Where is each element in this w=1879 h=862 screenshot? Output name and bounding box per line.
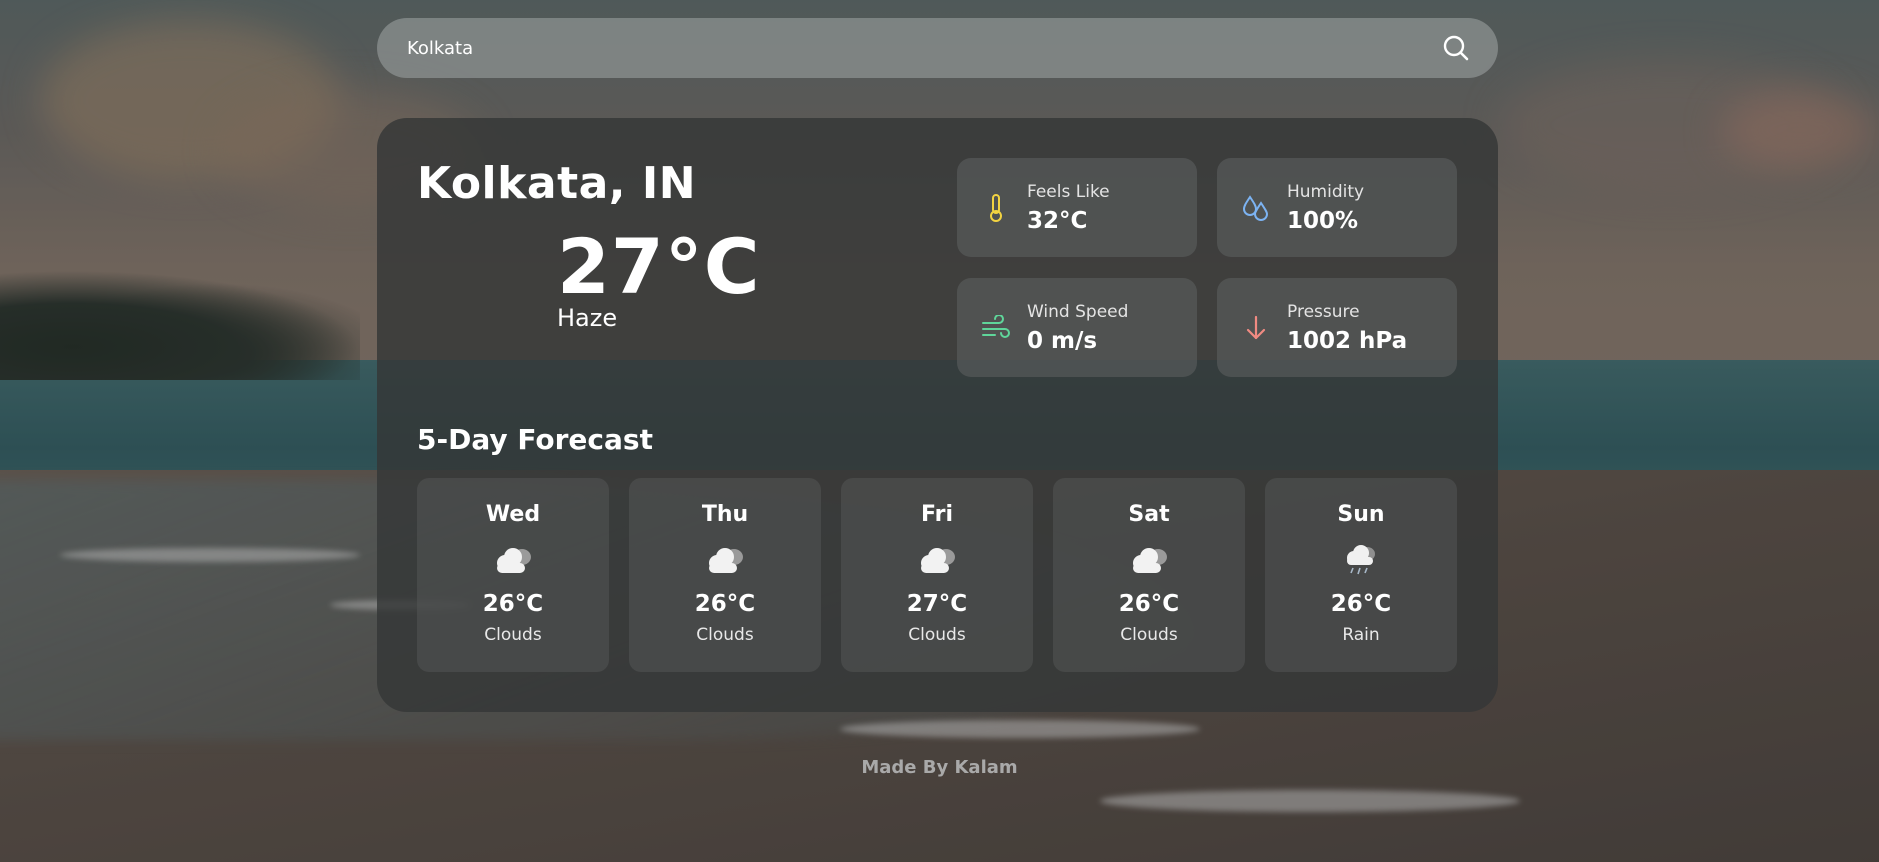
current-condition: Haze [557, 304, 618, 332]
weather-card: Kolkata, IN 27°C Haze Feels Like 32°C Hu… [377, 118, 1498, 712]
forecast-day-fri: Fri 27°C Clouds [841, 478, 1033, 672]
rain-cloud-icon [1341, 543, 1381, 579]
current-temperature: 27°C [557, 222, 761, 311]
cloud-icon [1127, 543, 1171, 579]
forecast-desc: Clouds [484, 625, 542, 645]
forecast-desc: Clouds [696, 625, 754, 645]
search-input[interactable] [407, 37, 1438, 59]
forecast-day-sun: Sun 26°C Rain [1265, 478, 1457, 672]
forecast-day-name: Wed [485, 502, 541, 527]
search-bar [377, 18, 1498, 78]
forecast-day-name: Thu [701, 502, 749, 527]
search-icon [1443, 35, 1469, 61]
forecast-temp: 26°C [1118, 591, 1180, 617]
location-title: Kolkata, IN [417, 158, 697, 209]
forecast-temp: 27°C [906, 591, 968, 617]
cloud-icon [703, 543, 747, 579]
water-drops-icon [1241, 193, 1271, 223]
stat-label: Wind Speed [1027, 301, 1129, 322]
footer-credit: Made By Kalam [861, 757, 1018, 778]
stat-label: Humidity [1287, 181, 1365, 202]
stat-value: 1002 hPa [1287, 327, 1408, 354]
forecast-day-name: Sun [1337, 502, 1385, 527]
thermometer-icon [981, 193, 1011, 223]
stat-pressure: Pressure 1002 hPa [1217, 278, 1457, 377]
forecast-temp: 26°C [1330, 591, 1392, 617]
forecast-desc: Rain [1342, 625, 1380, 645]
forecast-list: Wed 26°C Clouds Thu 26°C Clouds Fri 27°C… [417, 478, 1457, 672]
forecast-desc: Clouds [908, 625, 966, 645]
stat-humidity: Humidity 100% [1217, 158, 1457, 257]
stat-feels-like: Feels Like 32°C [957, 158, 1197, 257]
stat-label: Feels Like [1027, 181, 1110, 202]
forecast-day-name: Fri [920, 502, 953, 527]
stat-label: Pressure [1287, 301, 1360, 322]
forecast-day-sat: Sat 26°C Clouds [1053, 478, 1245, 672]
stat-value: 100% [1287, 207, 1359, 234]
cloud-icon [491, 543, 535, 579]
forecast-day-wed: Wed 26°C Clouds [417, 478, 609, 672]
stat-wind-speed: Wind Speed 0 m/s [957, 278, 1197, 377]
stat-value: 0 m/s [1027, 327, 1098, 354]
forecast-day-thu: Thu 26°C Clouds [629, 478, 821, 672]
forecast-temp: 26°C [694, 591, 756, 617]
forecast-temp: 26°C [482, 591, 544, 617]
cloud-icon [915, 543, 959, 579]
search-button[interactable] [1438, 30, 1474, 66]
forecast-title: 5-Day Forecast [417, 423, 653, 456]
forecast-day-name: Sat [1128, 502, 1170, 527]
wind-icon [981, 313, 1011, 343]
arrow-down-icon [1241, 313, 1271, 343]
forecast-desc: Clouds [1120, 625, 1178, 645]
stat-value: 32°C [1027, 207, 1088, 234]
